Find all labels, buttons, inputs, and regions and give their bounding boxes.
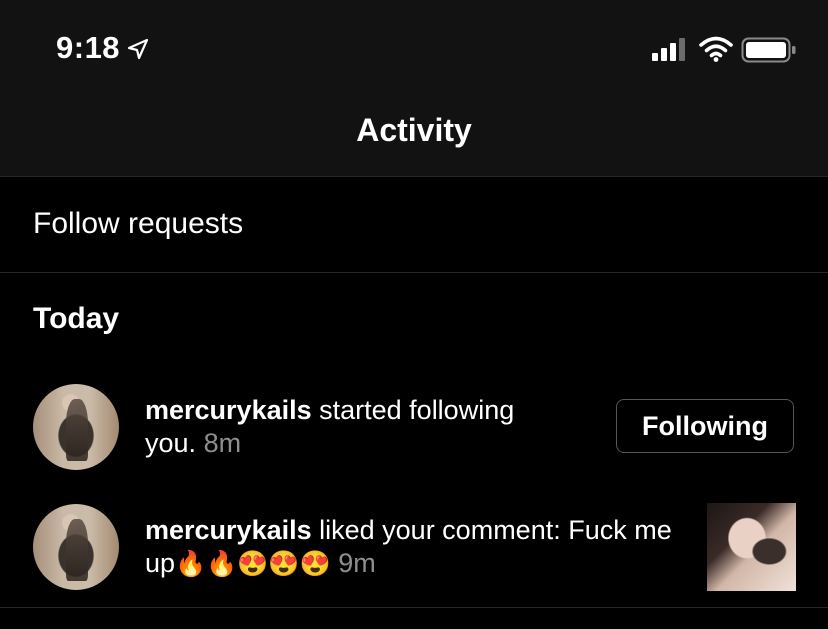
avatar[interactable] [33, 504, 119, 590]
username[interactable]: mercurykails [145, 515, 312, 545]
cellular-signal-icon [652, 38, 685, 61]
wifi-icon [699, 36, 733, 62]
status-bar: 9:18 [0, 0, 828, 92]
notification-time: 9m [338, 548, 376, 578]
divider [0, 607, 828, 608]
emoji-text: 🔥🔥😍😍😍 [175, 550, 331, 578]
battery-icon [741, 37, 796, 63]
avatar[interactable] [33, 384, 119, 470]
section-heading-today: Today [33, 302, 120, 335]
page-title: Activity [356, 112, 472, 148]
notification-text: mercurykails liked your comment: Fuck me… [145, 514, 680, 581]
location-arrow-icon [127, 38, 149, 60]
notification-time: 8m [203, 428, 242, 458]
follow-requests-row[interactable]: Follow requests [0, 177, 828, 273]
status-time: 9:18 [56, 30, 121, 65]
following-button[interactable]: Following [616, 399, 794, 453]
nav-bar: Activity [0, 92, 828, 177]
notification-row[interactable]: mercurykails liked your comment: Fuck me… [0, 504, 828, 594]
post-thumbnail[interactable] [707, 503, 796, 591]
username[interactable]: mercurykails [145, 395, 312, 425]
notification-text: mercurykails started following you. 8m [145, 394, 565, 460]
follow-requests-label: Follow requests [33, 207, 244, 240]
